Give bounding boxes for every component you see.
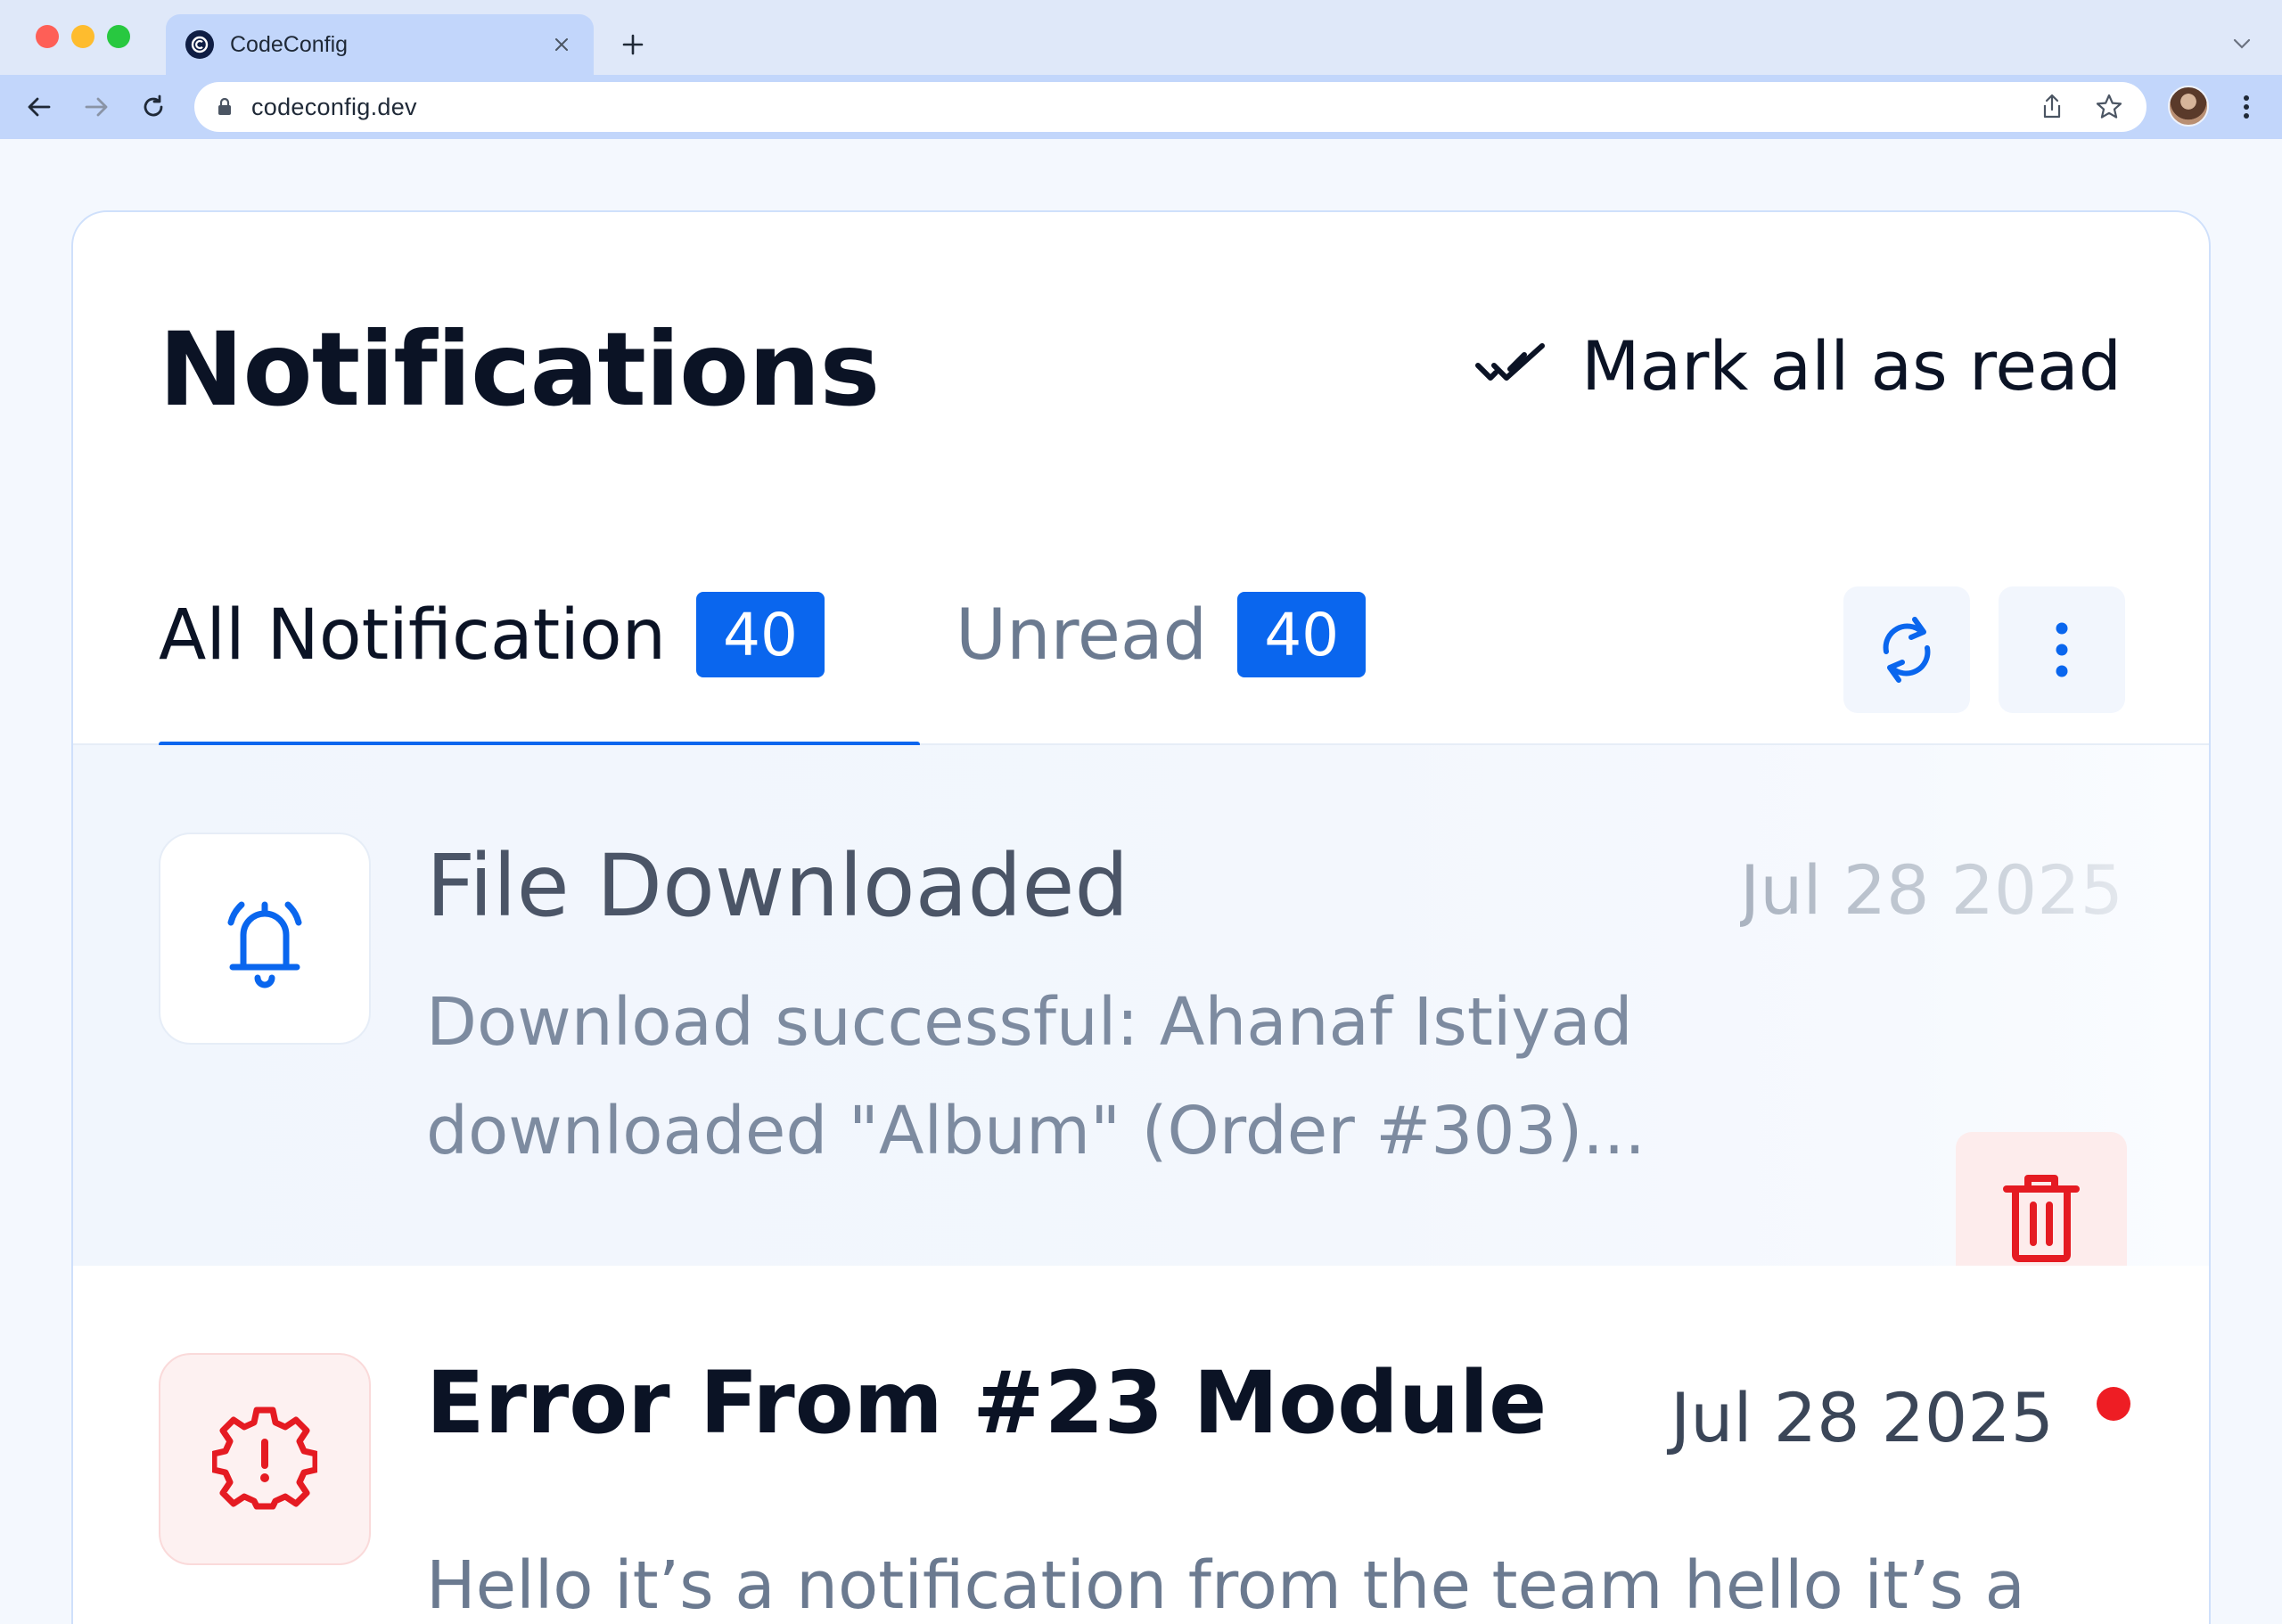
notification-icon-box — [159, 833, 371, 1045]
refresh-icon — [1883, 617, 1931, 683]
more-options-button[interactable] — [1999, 586, 2125, 713]
notification-item[interactable]: Error From #23 Module Jul 28 2025 Hello … — [73, 1266, 2209, 1624]
new-tab-plus-icon[interactable] — [615, 27, 651, 62]
double-check-icon — [1475, 343, 1545, 381]
url-text[interactable]: codeconfig.dev — [251, 94, 2013, 121]
notification-item[interactable]: File Downloaded Jul 28 2025 Download suc… — [73, 745, 2209, 1303]
tab-unread-count-badge: 40 — [1237, 592, 1367, 677]
tab-unread-label: Unread — [956, 595, 1208, 676]
browser-tab[interactable]: CodeConfig — [166, 14, 594, 75]
reload-icon[interactable] — [137, 91, 169, 123]
share-icon[interactable] — [2034, 89, 2070, 125]
tab-all-count-badge: 40 — [696, 592, 825, 677]
notification-date: Jul 28 2025 — [1739, 850, 2123, 930]
notification-icon-box — [159, 1353, 371, 1565]
lock-icon[interactable] — [214, 96, 235, 118]
browser-tab-title: CodeConfig — [230, 31, 349, 57]
refresh-button[interactable] — [1843, 586, 1970, 713]
browser-tabbar: CodeConfig — [0, 0, 2282, 75]
tab-unread[interactable]: Unread 40 — [956, 586, 1367, 711]
forward-arrow-icon[interactable] — [80, 91, 112, 123]
window-close-button[interactable] — [36, 25, 59, 48]
profile-avatar[interactable] — [2168, 86, 2209, 127]
unread-indicator-dot — [2097, 1387, 2130, 1421]
tab-all-notification[interactable]: All Notification 40 — [159, 586, 825, 711]
notification-title: Error From #23 Module — [426, 1353, 1547, 1453]
window-minimize-button[interactable] — [71, 25, 94, 48]
gear-error-icon — [212, 1407, 317, 1510]
mark-all-read-button[interactable]: Mark all as read — [1474, 321, 2122, 410]
notification-body: Hello it’s a notification from the team … — [426, 1547, 2025, 1624]
notification-title: File Downloaded — [426, 836, 1129, 936]
bell-icon — [227, 901, 302, 988]
browser-menu-icon[interactable] — [2230, 91, 2262, 123]
tab-close-icon[interactable] — [549, 32, 574, 57]
notifications-card: Notifications Mark all as read All Notif… — [71, 210, 2211, 1624]
page-title: Notifications — [159, 310, 880, 429]
back-arrow-icon[interactable] — [23, 91, 55, 123]
codeconfig-favicon-icon — [185, 30, 214, 59]
mark-all-read-label: Mark all as read — [1581, 325, 2122, 406]
bookmark-star-icon[interactable] — [2091, 89, 2127, 125]
vertical-dots-icon — [2056, 622, 2068, 677]
tab-all-label: All Notification — [159, 595, 667, 676]
tab-search-chevron-icon[interactable] — [2229, 30, 2255, 57]
notification-body: Download successful: Ahanaf Istiyad down… — [426, 984, 1646, 1169]
notification-date: Jul 28 2025 — [1670, 1378, 2054, 1457]
trash-icon — [2003, 1175, 2080, 1262]
browser-toolbar: codeconfig.dev — [0, 75, 2282, 139]
window-zoom-button[interactable] — [107, 25, 130, 48]
address-bar[interactable]: codeconfig.dev — [194, 82, 2147, 132]
